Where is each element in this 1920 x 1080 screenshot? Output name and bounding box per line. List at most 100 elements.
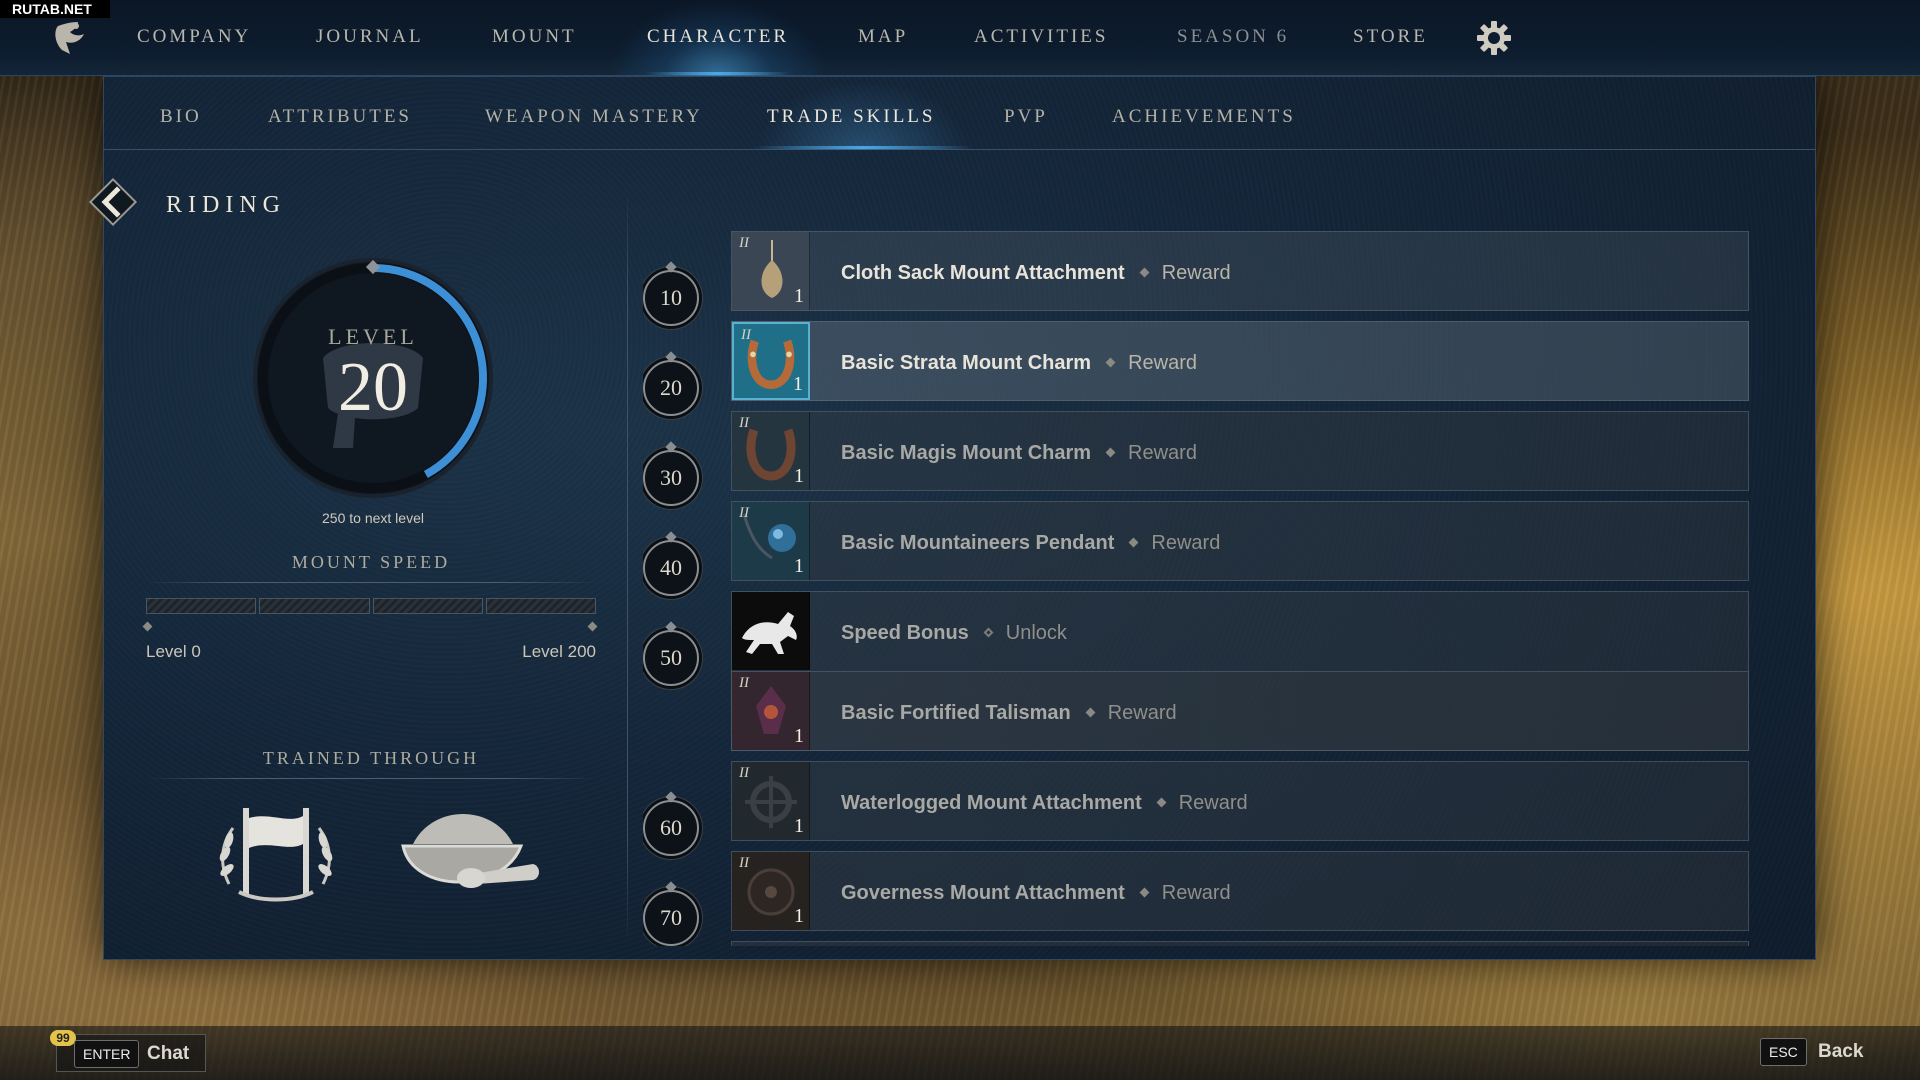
- reward-name: Basic Mountaineers Pendant: [841, 532, 1115, 554]
- reward-row[interactable]: II 1 Basic Mountaineers Pendant Reward: [731, 501, 1749, 581]
- range-min-marker: [142, 621, 153, 632]
- reward-kind: Reward: [1107, 702, 1177, 724]
- watermark: RUTAB.NET: [0, 0, 110, 18]
- reward-kind: Reward: [1151, 532, 1221, 554]
- mount-speed-bar: [146, 598, 596, 614]
- subtab-weapon-mastery[interactable]: WEAPON MASTERY: [485, 106, 703, 128]
- feed-bowl-icon[interactable]: [393, 804, 543, 904]
- separator-diamond-icon: [1139, 887, 1150, 898]
- reward-name: Speed Bonus: [841, 622, 969, 644]
- milestone-badge: 20: [643, 360, 699, 416]
- horseshoe-icon: II 1: [732, 322, 810, 400]
- reward-row[interactable]: II 1 Basic Strata Mount Charm Reward: [731, 321, 1749, 401]
- milestone-badge: 70: [643, 890, 699, 946]
- reward-kind: Reward: [1178, 792, 1248, 814]
- speed-bar-segment: [485, 598, 596, 614]
- milestone-badge: 30: [643, 450, 699, 506]
- subtab-achievements[interactable]: ACHIEVEMENTS: [1112, 106, 1296, 128]
- column-divider: [627, 186, 628, 946]
- trade-skill-panel: BIO ATTRIBUTES WEAPON MASTERY TRADE SKIL…: [88, 76, 1816, 960]
- chat-label: Chat: [147, 1043, 190, 1064]
- nav-activities[interactable]: ACTIVITIES: [974, 26, 1108, 48]
- item-tier: II: [739, 415, 749, 431]
- reward-row[interactable]: II 1 Basic Fortified Talisman Reward: [731, 671, 1749, 751]
- reward-row[interactable]: II 1 Basic Magis Mount Charm Reward: [731, 411, 1749, 491]
- nav-mount[interactable]: MOUNT: [492, 26, 577, 48]
- reward-name: Basic Fortified Talisman: [841, 702, 1071, 724]
- anchor-wheel-icon: II 1: [732, 762, 810, 840]
- active-subtab-underline: [753, 146, 973, 149]
- nav-store[interactable]: STORE: [1353, 26, 1428, 48]
- item-quantity: 1: [794, 905, 804, 927]
- nav-season[interactable]: SEASON 6: [1177, 26, 1289, 48]
- item-tier: II: [739, 765, 749, 781]
- reward-kind: Reward: [1161, 882, 1231, 904]
- reward-row[interactable]: II 1 Cloth Sack Mount Attachment Reward: [731, 231, 1749, 311]
- nav-map[interactable]: MAP: [858, 26, 908, 48]
- section-divider: [146, 778, 596, 779]
- next-level-text: 250 to next level: [322, 510, 424, 526]
- level-value: 20: [338, 349, 408, 426]
- reward-kind: Reward: [1161, 262, 1231, 284]
- rewards-list: 10 II 1 Cloth Sack Mount Attachment Rewar…: [643, 231, 1773, 946]
- speed-range-min: Level 0: [146, 642, 201, 661]
- trained-through-heading: TRAINED THROUGH: [262, 748, 480, 768]
- milestone-badge: 10: [643, 270, 699, 326]
- reward-row-partial[interactable]: [731, 941, 1749, 946]
- subtab-pvp[interactable]: PVP: [1004, 106, 1048, 128]
- reward-name: Waterlogged Mount Attachment: [841, 792, 1142, 814]
- mount-speed-heading: MOUNT SPEED: [291, 552, 451, 572]
- nav-character[interactable]: CHARACTER: [647, 26, 789, 48]
- separator-diamond-icon: [983, 627, 994, 638]
- item-quantity: 1: [794, 285, 804, 307]
- item-tier: II: [741, 327, 751, 343]
- reward-name: Governess Mount Attachment: [841, 882, 1125, 904]
- milestone-badge: 40: [643, 540, 699, 596]
- item-quantity: 1: [794, 555, 804, 577]
- reward-kind: Unlock: [1005, 622, 1067, 644]
- chat-unread-badge: 99: [50, 1030, 76, 1046]
- shield-icon: II 1: [732, 852, 810, 930]
- separator-diamond-icon: [1156, 797, 1167, 808]
- pendant-icon: II 1: [732, 502, 810, 580]
- item-quantity: 1: [794, 725, 804, 747]
- speed-bar-segment: [372, 598, 483, 614]
- back-arrow-button[interactable]: [87, 176, 139, 228]
- section-divider: [146, 582, 596, 583]
- reward-kind: Reward: [1128, 352, 1197, 374]
- talisman-icon: II 1: [732, 672, 810, 750]
- milestone-badge: 50: [643, 630, 699, 686]
- banner-laurel-icon[interactable]: [209, 804, 343, 904]
- speed-range-max: Level 200: [522, 642, 596, 661]
- esc-keycap[interactable]: ESC: [1760, 1038, 1807, 1066]
- reward-row[interactable]: II 1 Governess Mount Attachment Reward: [731, 851, 1749, 931]
- separator-diamond-icon: [1128, 537, 1139, 548]
- top-navigation: COMPANY JOURNAL MOUNT CHARACTER MAP ACTI…: [0, 0, 1920, 76]
- sack-icon: II 1: [732, 232, 810, 310]
- nav-journal[interactable]: JOURNAL: [316, 26, 424, 48]
- item-tier: II: [739, 675, 749, 691]
- back-label[interactable]: Back: [1818, 1041, 1863, 1063]
- running-horse-icon: [732, 592, 810, 670]
- bottom-hint-bar: [0, 1026, 1920, 1080]
- item-tier: II: [739, 855, 749, 871]
- skill-title: RIDING: [166, 192, 286, 218]
- gear-icon[interactable]: [1476, 20, 1512, 56]
- character-subnav: BIO ATTRIBUTES WEAPON MASTERY TRADE SKIL…: [103, 76, 1816, 150]
- milestone-badge: 60: [643, 800, 699, 856]
- company-crest-icon[interactable]: [50, 20, 90, 56]
- separator-diamond-icon: [1105, 357, 1116, 368]
- item-quantity: 1: [794, 465, 804, 487]
- item-quantity: 1: [793, 373, 803, 395]
- subtab-trade-skills[interactable]: TRADE SKILLS: [767, 106, 935, 128]
- enter-keycap: ENTER: [74, 1040, 140, 1068]
- speed-bar-segment: [146, 598, 257, 614]
- reward-row[interactable]: II 1 Waterlogged Mount Attachment Reward: [731, 761, 1749, 841]
- reward-name: Basic Strata Mount Charm: [841, 352, 1092, 374]
- level-label: LEVEL: [328, 324, 418, 349]
- reward-kind: Reward: [1128, 442, 1197, 464]
- subtab-attributes[interactable]: ATTRIBUTES: [268, 106, 412, 128]
- subtab-bio[interactable]: BIO: [160, 106, 202, 128]
- nav-company[interactable]: COMPANY: [137, 26, 251, 48]
- reward-name: Cloth Sack Mount Attachment: [841, 262, 1125, 284]
